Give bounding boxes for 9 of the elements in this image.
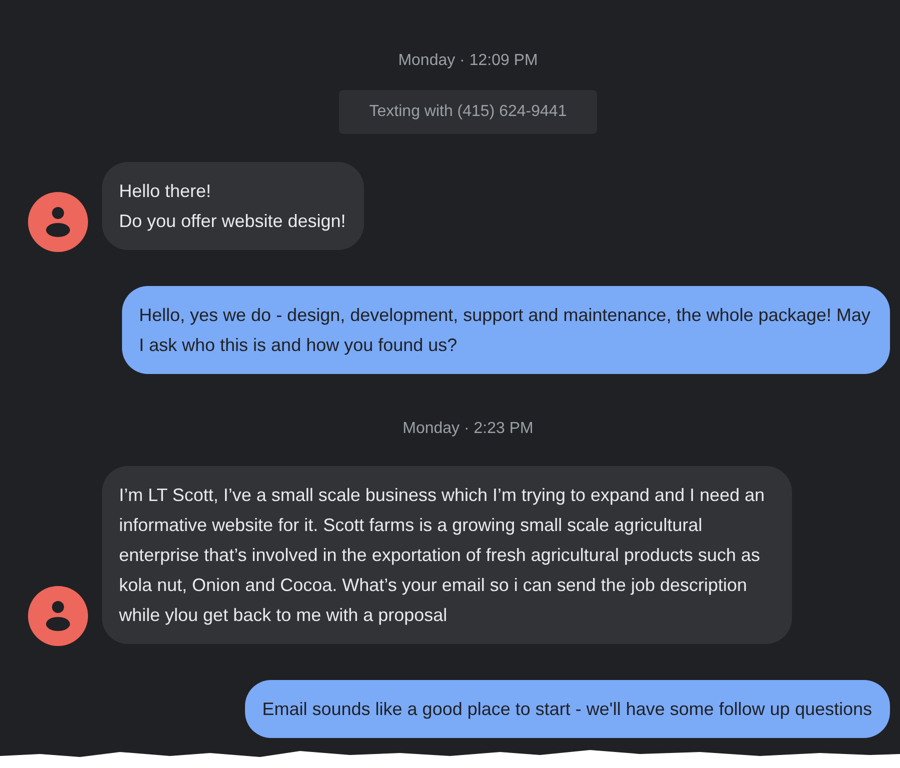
avatar-icon: [28, 192, 88, 252]
avatar-icon: [28, 586, 88, 646]
message-bubble: Email sounds like a good place to start - we'll have some follow up questions: [245, 680, 890, 738]
message-bubble: I’m LT Scott, I’ve a small scale business which I’m trying to expand and I need an informative website for it. Scott farms is a growing small scale agricultural enterprise that’s involved in the exportation of fresh agricultural products such as kola nut, Onion and Cocoa. What’s your email so i can send the job description while ylou get back to me with a proposal: [102, 466, 792, 644]
timestamp: Monday · 12:09 PM: [398, 52, 538, 70]
info-banner: Texting with (415) 624-9441: [339, 90, 597, 134]
message-bubble: Hello, yes we do - design, development, support and maintenance, the whole package! May I ask who this is and how you found us?: [122, 286, 890, 374]
timestamp: Monday · 2:23 PM: [402, 420, 534, 438]
message-bubble: Hello there! Do you offer website design!: [102, 162, 364, 250]
